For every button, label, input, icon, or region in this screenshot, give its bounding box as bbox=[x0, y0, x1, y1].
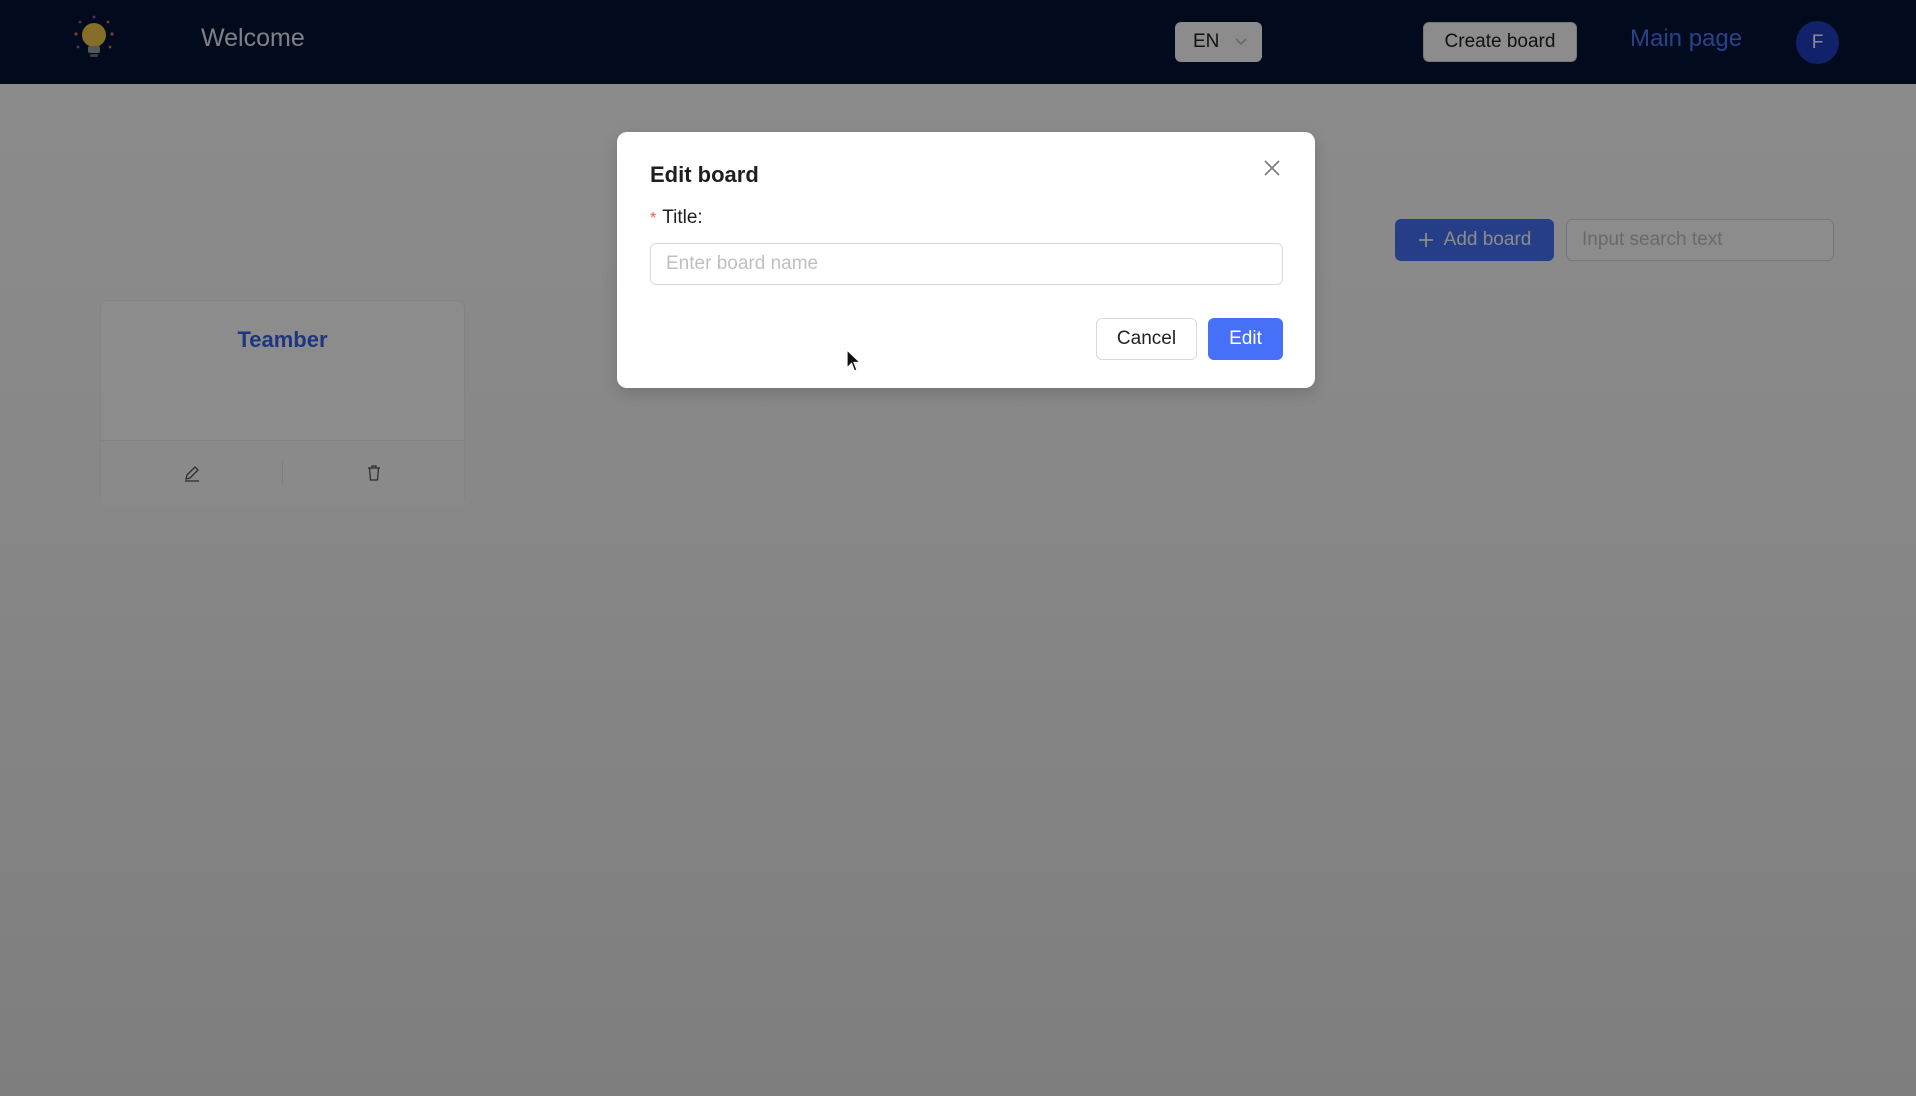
required-mark: * bbox=[650, 210, 657, 227]
mouse-cursor-icon bbox=[846, 349, 862, 372]
title-field-label: * Title: bbox=[650, 207, 703, 229]
title-label-text: Title: bbox=[662, 207, 703, 228]
close-icon[interactable] bbox=[1260, 156, 1284, 180]
edit-submit-button[interactable]: Edit bbox=[1208, 318, 1283, 360]
board-name-input[interactable] bbox=[650, 243, 1283, 285]
modal-title: Edit board bbox=[650, 162, 759, 187]
edit-board-modal: Edit board * Title: Cancel Edit bbox=[617, 132, 1315, 388]
cancel-button[interactable]: Cancel bbox=[1096, 318, 1197, 360]
